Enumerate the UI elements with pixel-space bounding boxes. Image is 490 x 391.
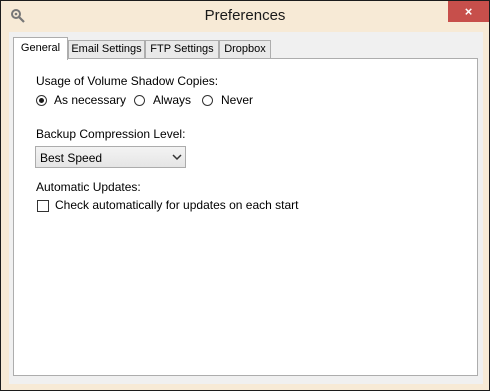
vss-label: Usage of Volume Shadow Copies: xyxy=(36,74,219,88)
radio-always-label[interactable]: Always xyxy=(153,93,191,107)
compression-level-value: Best Speed xyxy=(40,151,103,165)
auto-update-checkbox-label[interactable]: Check automatically for updates on each … xyxy=(55,198,298,212)
tab-dropbox[interactable]: Dropbox xyxy=(219,40,271,59)
window-title: Preferences xyxy=(204,7,286,24)
dialog-client-area: General Email Settings FTP Settings Drop… xyxy=(9,32,483,384)
preferences-window: Preferences × General Email Settings FTP… xyxy=(0,0,490,391)
radio-as-necessary[interactable] xyxy=(36,95,47,106)
radio-as-necessary-label[interactable]: As necessary xyxy=(54,93,126,107)
general-tab-panel: Usage of Volume Shadow Copies: As necess… xyxy=(13,58,478,376)
tab-ftp-settings[interactable]: FTP Settings xyxy=(145,40,219,59)
close-button[interactable]: × xyxy=(448,1,489,22)
compression-label: Backup Compression Level: xyxy=(36,127,186,141)
close-icon: × xyxy=(464,4,473,19)
radio-never-label[interactable]: Never xyxy=(221,93,253,107)
title-bar[interactable]: Preferences × xyxy=(1,1,489,32)
tab-email-settings[interactable]: Email Settings xyxy=(68,40,145,59)
auto-update-checkbox[interactable] xyxy=(37,200,49,212)
chevron-down-icon xyxy=(172,154,182,161)
tab-general[interactable]: General xyxy=(13,37,68,60)
updates-label: Automatic Updates: xyxy=(36,180,141,194)
compression-level-select[interactable]: Best Speed xyxy=(35,146,186,168)
radio-never[interactable] xyxy=(202,95,213,106)
radio-always[interactable] xyxy=(134,95,145,106)
